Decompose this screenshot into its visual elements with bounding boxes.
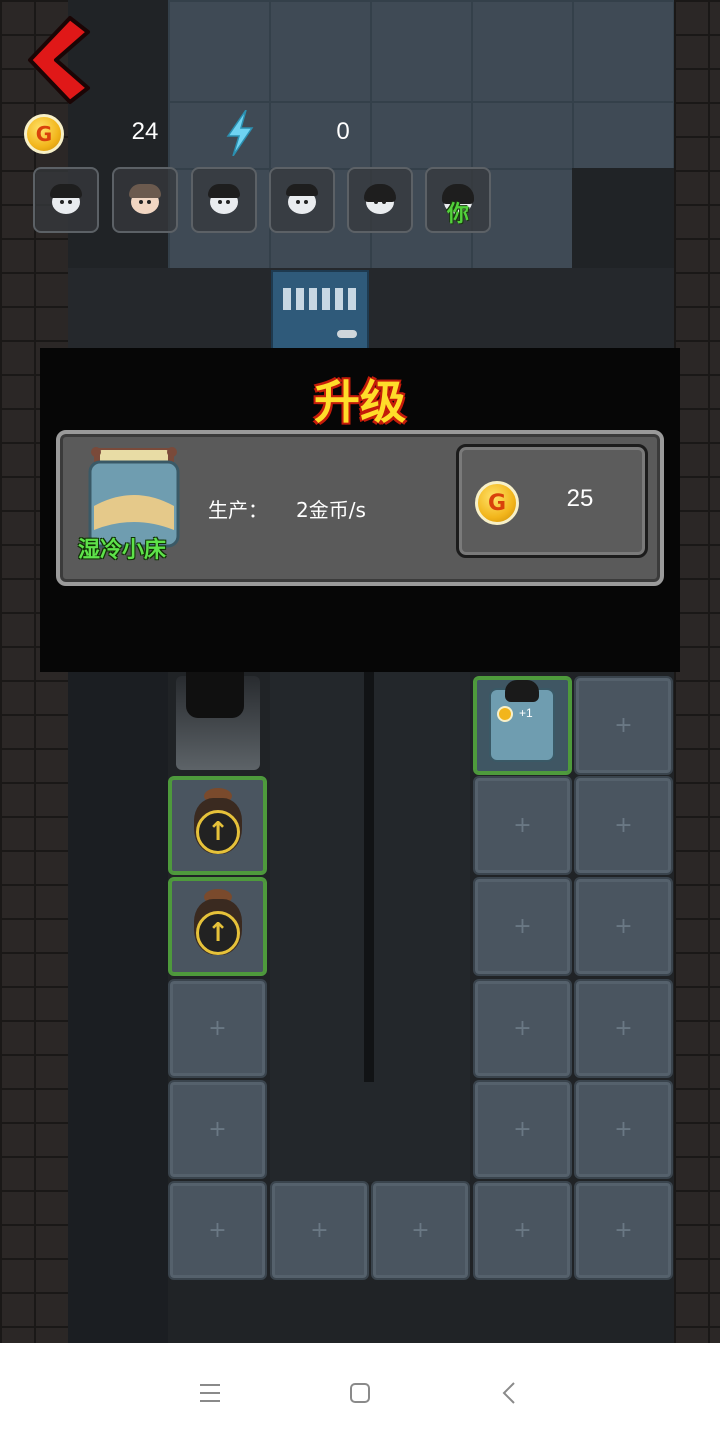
empty-tile[interactable]: + — [574, 676, 673, 775]
boy-icon — [282, 180, 322, 220]
bed-tile[interactable]: +1 — [473, 676, 572, 775]
upgrade-cost: 25 — [566, 485, 594, 512]
system-nav-bar — [0, 1343, 720, 1440]
player-girl-icon: 你 — [438, 180, 478, 227]
gold-coin-icon: G — [475, 481, 519, 525]
gold-count: 24 — [131, 118, 159, 145]
upgrade-tile-1[interactable]: ↑ — [168, 776, 267, 875]
gold-coin-icon: G — [24, 114, 64, 154]
empty-tile[interactable]: + — [473, 776, 572, 875]
you-label: 你 — [446, 202, 469, 227]
upgrade-tile-2[interactable]: ↑ — [168, 877, 267, 976]
empty-tile[interactable]: + — [473, 1181, 572, 1280]
upgrade-arrow-icon: ↑ — [196, 911, 240, 955]
home-icon[interactable] — [340, 1373, 380, 1413]
empty-tile[interactable]: + — [473, 1080, 572, 1179]
empty-tile[interactable]: + — [371, 1181, 470, 1280]
back-arrow-icon — [28, 16, 90, 104]
old-woman-icon — [125, 180, 165, 220]
brick-wall-right — [674, 0, 720, 1343]
energy-count: 0 — [336, 118, 350, 145]
ghost-girl-icon — [204, 180, 244, 220]
back-button[interactable] — [22, 14, 98, 106]
coin-icon — [497, 706, 513, 722]
room-door[interactable] — [271, 270, 369, 350]
empty-tile[interactable]: + — [574, 979, 673, 1078]
produce-label: 生产： — [208, 498, 268, 522]
character-slot-3[interactable] — [191, 167, 257, 233]
back-icon[interactable] — [490, 1373, 530, 1413]
empty-tile[interactable]: + — [574, 877, 673, 976]
bed-reward-text: +1 — [519, 706, 533, 720]
left-corridor — [68, 672, 168, 1343]
produce-value: 2金币/s — [296, 498, 366, 522]
empty-tile[interactable]: + — [473, 979, 572, 1078]
upgrade-title: 升级 — [314, 375, 406, 429]
upgrade-card: 湿冷小床 生产： 2金币/s G 25 — [56, 430, 664, 586]
corridor — [68, 268, 674, 348]
character-slot-player[interactable]: 你 — [425, 167, 491, 233]
empty-tile[interactable]: + — [574, 776, 673, 875]
menu-icon[interactable] — [190, 1373, 230, 1413]
upgrade-arrow-icon: ↑ — [196, 810, 240, 854]
empty-tile[interactable]: + — [574, 1181, 673, 1280]
empty-tile[interactable]: + — [574, 1080, 673, 1179]
item-name: 湿冷小床 — [78, 538, 167, 563]
girl-icon — [360, 180, 400, 220]
upgrade-panel: 升级 湿冷小床 生产： 2金币/s G 25 — [40, 348, 680, 672]
door-window — [283, 288, 359, 310]
character-slot-1[interactable] — [33, 167, 99, 233]
ghost-girl-icon — [46, 180, 86, 220]
character-slot-4[interactable] — [269, 167, 335, 233]
empty-tile[interactable]: + — [473, 877, 572, 976]
lightning-icon — [226, 110, 254, 156]
upgrade-sack: ↑ — [188, 885, 248, 965]
empty-tile[interactable]: + — [270, 1181, 369, 1280]
character-slot-5[interactable] — [347, 167, 413, 233]
game-board: ↑ ↑ + + + + + +1 + + + + + + + + + + + G… — [0, 0, 720, 1343]
coin-symbol: G — [487, 490, 507, 516]
empty-tile[interactable]: + — [168, 1080, 267, 1179]
upgrade-sack: ↑ — [188, 784, 248, 864]
empty-tile[interactable]: + — [168, 979, 267, 1078]
door-handle-icon — [337, 330, 357, 338]
ghost-figure — [186, 672, 244, 718]
character-slot-2[interactable] — [112, 167, 178, 233]
sleeping-player-icon — [505, 680, 539, 702]
empty-tile[interactable]: + — [168, 1181, 267, 1280]
middle-divider — [364, 672, 374, 1082]
coin-symbol: G — [35, 122, 53, 146]
upgrade-cost-button[interactable]: G 25 — [456, 444, 648, 558]
